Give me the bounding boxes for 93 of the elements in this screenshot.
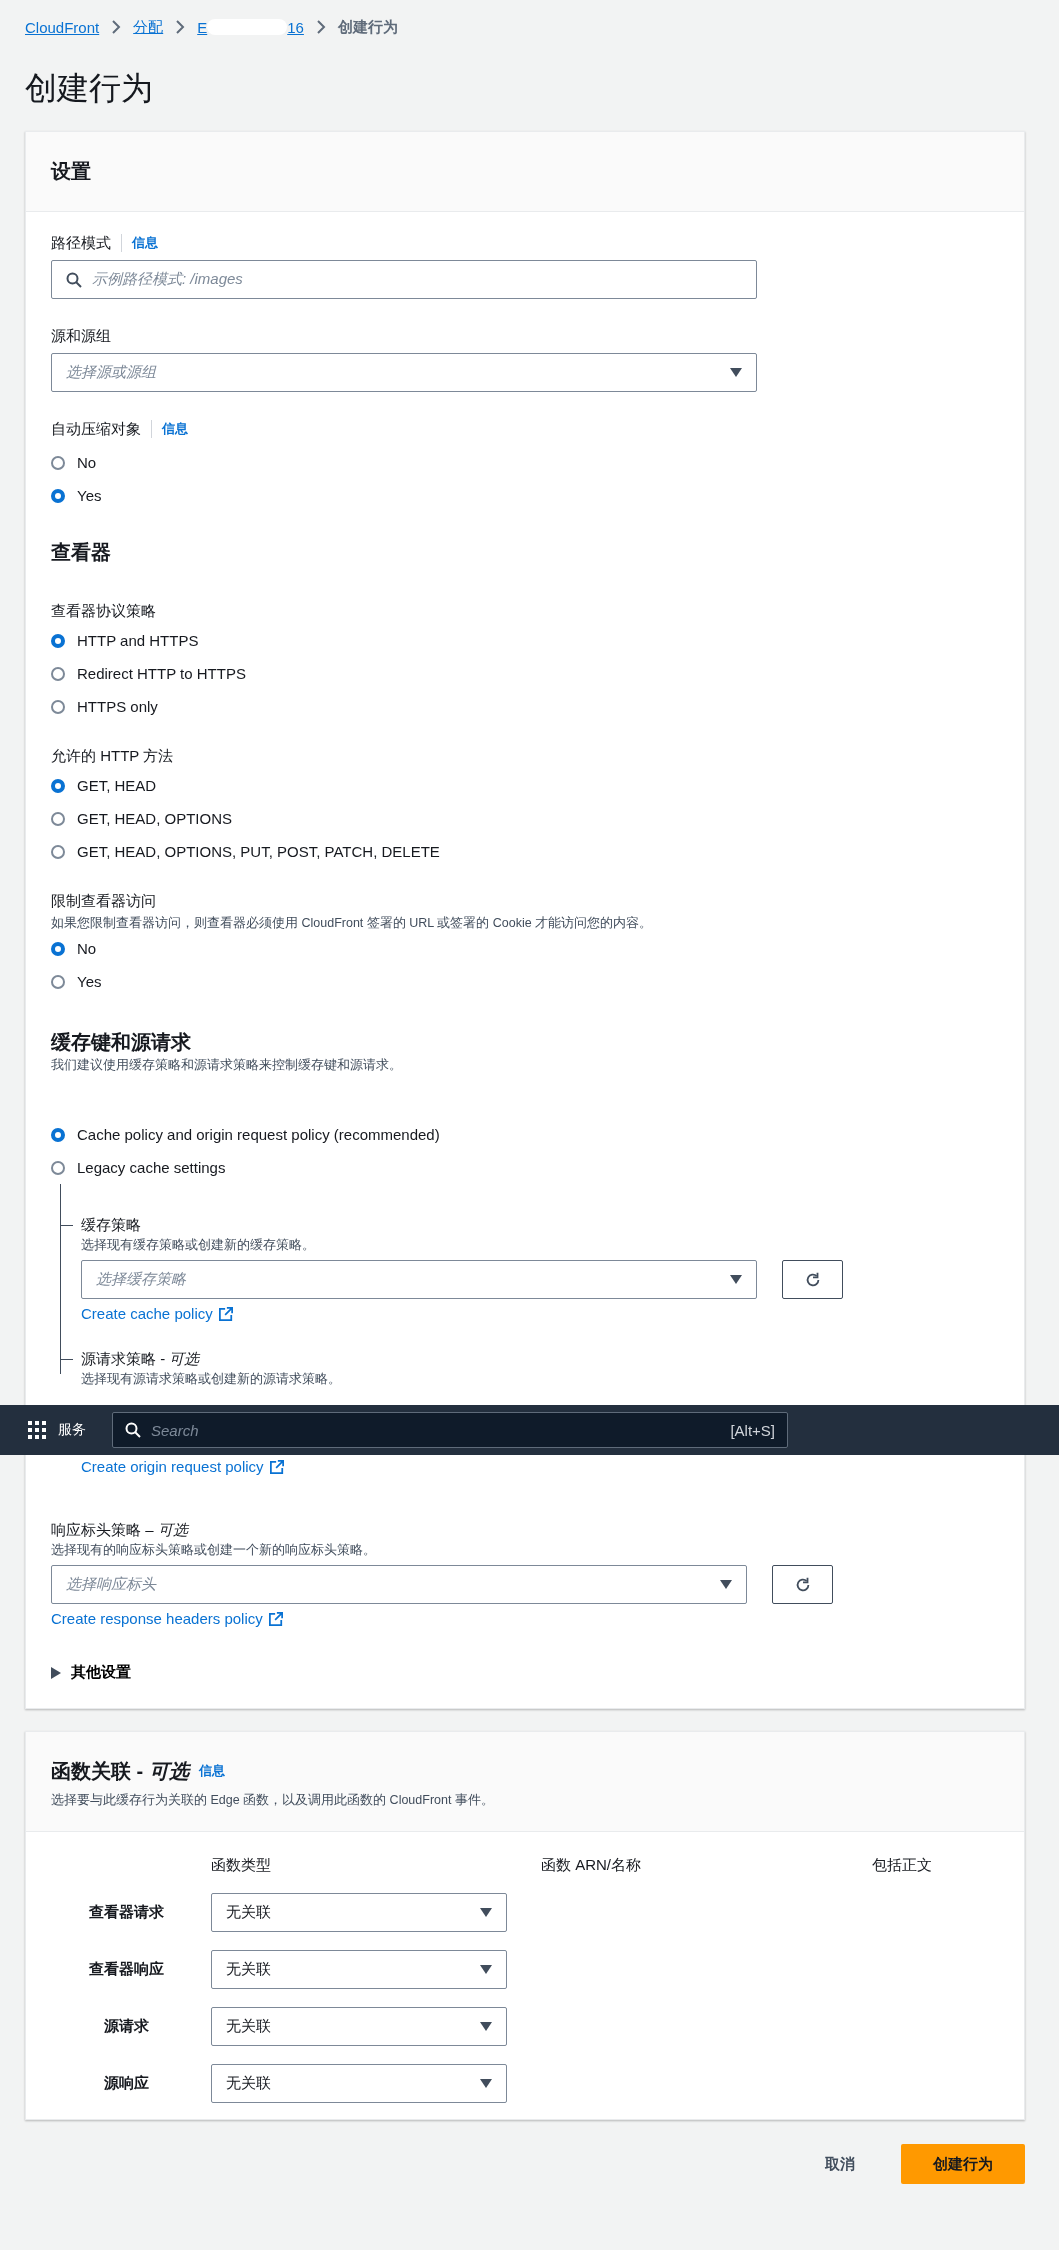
chevron-right-icon	[315, 20, 326, 34]
option-label: Legacy cache settings	[77, 1159, 226, 1176]
radio-button[interactable]	[51, 699, 65, 714]
caret-icon	[480, 2078, 492, 2089]
panel-title: 函数关联 - 可选	[51, 1759, 189, 1784]
field-description: 选择现有缓存策略或创建新的缓存策略。	[81, 1237, 316, 1254]
select-field[interactable]: 选择源或源组	[51, 353, 757, 392]
field-description: 选择现有源请求策略或创建新的源请求策略。	[81, 1371, 342, 1388]
external-link[interactable]: Create origin request policy	[81, 1458, 284, 1475]
caret-icon	[720, 1579, 732, 1590]
row-label: 源请求	[102, 2017, 150, 2036]
cancel-button[interactable]: 取消	[819, 2153, 861, 2175]
select-field[interactable]: 无关联	[211, 2007, 507, 2046]
external-link-icon	[218, 1306, 233, 1321]
option-label: No	[77, 940, 97, 957]
breadcrumb-link[interactable]: 分配	[133, 17, 164, 37]
option-label: GET, HEAD	[77, 777, 157, 794]
refresh-button[interactable]	[772, 1565, 833, 1604]
external-link[interactable]: Create response headers policy	[51, 1610, 283, 1627]
chevron-right-icon	[111, 20, 122, 34]
radio-button[interactable]	[51, 844, 65, 859]
search-icon	[66, 271, 82, 288]
section-heading: 缓存键和源请求	[51, 1030, 192, 1055]
radio-button[interactable]	[51, 455, 65, 470]
refresh-button[interactable]	[782, 1260, 843, 1299]
option-label: No	[77, 454, 97, 471]
field-label: 源和源组	[51, 326, 111, 346]
panel-title: 设置	[51, 159, 92, 184]
external-link-icon	[268, 1611, 283, 1626]
row-label: 查看器响应	[87, 1960, 165, 1979]
select-field[interactable]: 无关联	[211, 1950, 507, 1989]
radio-button[interactable]	[51, 488, 65, 503]
search-field[interactable]: Search [Alt+S]	[112, 1412, 788, 1448]
option-label: GET, HEAD, OPTIONS	[77, 810, 233, 827]
radio-button[interactable]	[51, 1160, 65, 1175]
radio-button[interactable]	[51, 811, 65, 826]
column-header: 函数类型	[211, 1856, 272, 1875]
field-label: 响应标头策略 – 可选	[51, 1520, 190, 1540]
info-link[interactable]: 信息	[121, 234, 158, 252]
column-header: 包括正文	[872, 1856, 933, 1875]
field-description: 选择现有的响应标头策略或创建一个新的响应标头策略。	[51, 1542, 377, 1559]
radio-button[interactable]	[51, 941, 65, 956]
shortcut-hint: [Alt+S]	[730, 1421, 775, 1439]
field-label: 限制查看器访问	[51, 891, 157, 911]
field-description: 如果您限制查看器访问，则查看器必须使用 CloudFront 签署的 URL 或签署的 Cookie 才能访问您的内容。	[51, 915, 654, 932]
row-label: 源响应	[102, 2074, 150, 2093]
radio-button[interactable]	[51, 1127, 65, 1142]
breadcrumb-link[interactable]: CloudFront	[25, 18, 100, 36]
info-link[interactable]: 信息	[151, 420, 188, 438]
option-label: HTTPS only	[77, 698, 158, 715]
search-icon	[125, 1422, 141, 1438]
radio-button[interactable]	[51, 666, 65, 681]
radio-button[interactable]	[51, 778, 65, 793]
radio-button[interactable]	[51, 633, 65, 648]
caret-icon	[480, 2021, 492, 2032]
column-header: 函数 ARN/名称	[541, 1856, 642, 1875]
caret-icon	[480, 1907, 492, 1918]
grid-icon[interactable]	[28, 1421, 46, 1439]
option-label: Cache policy and origin request policy (recommended)	[77, 1126, 440, 1143]
triangle-icon	[51, 1666, 61, 1679]
radio-button[interactable]	[51, 974, 65, 989]
select-field[interactable]: 无关联	[211, 2064, 507, 2103]
info-link[interactable]: 信息	[198, 1762, 225, 1780]
panel-description: 选择要与此缓存行为关联的 Edge 函数，以及调用此函数的 CloudFront 事件。	[51, 1792, 495, 1809]
option-label: GET, HEAD, OPTIONS, PUT, POST, PATCH, DELETE	[77, 843, 440, 860]
page-title: 创建行为	[25, 69, 154, 108]
field-label: 源请求策略 - 可选	[81, 1349, 201, 1369]
select-field[interactable]: 无关联	[211, 1893, 507, 1932]
option-label: Yes	[77, 973, 102, 990]
option-label: Redirect HTTP to HTTPS	[77, 665, 246, 682]
caret-icon	[730, 367, 742, 378]
select-field[interactable]: 选择缓存策略	[81, 1260, 757, 1299]
field-label: 允许的 HTTP 方法	[51, 746, 175, 766]
caret-icon	[730, 1274, 742, 1285]
search-field[interactable]: 示例路径模式: /images	[51, 260, 757, 299]
field-label: 缓存策略	[81, 1215, 142, 1235]
section-heading: 查看器	[51, 540, 112, 565]
chevron-right-icon	[175, 20, 186, 34]
section-description: 我们建议使用缓存策略和源请求策略来控制缓存键和源请求。	[51, 1057, 403, 1074]
row-label: 查看器请求	[87, 1903, 165, 1922]
external-link-icon	[269, 1459, 284, 1474]
field-label: 查看器协议策略	[51, 601, 157, 621]
field-label: 路径模式	[51, 233, 111, 253]
caret-icon	[480, 1964, 492, 1975]
create-button[interactable]: 创建行为	[901, 2144, 1025, 2184]
field-label: 自动压缩对象	[51, 419, 141, 439]
option-label: Yes	[77, 487, 102, 504]
external-link[interactable]: Create cache policy	[81, 1305, 233, 1322]
breadcrumb-current: 创建行为	[337, 17, 398, 37]
option-label: HTTP and HTTPS	[77, 632, 199, 649]
expander-toggle[interactable]: 其他设置	[51, 1663, 131, 1682]
services-menu[interactable]: 服务	[58, 1421, 86, 1439]
select-field[interactable]: 选择响应标头	[51, 1565, 747, 1604]
